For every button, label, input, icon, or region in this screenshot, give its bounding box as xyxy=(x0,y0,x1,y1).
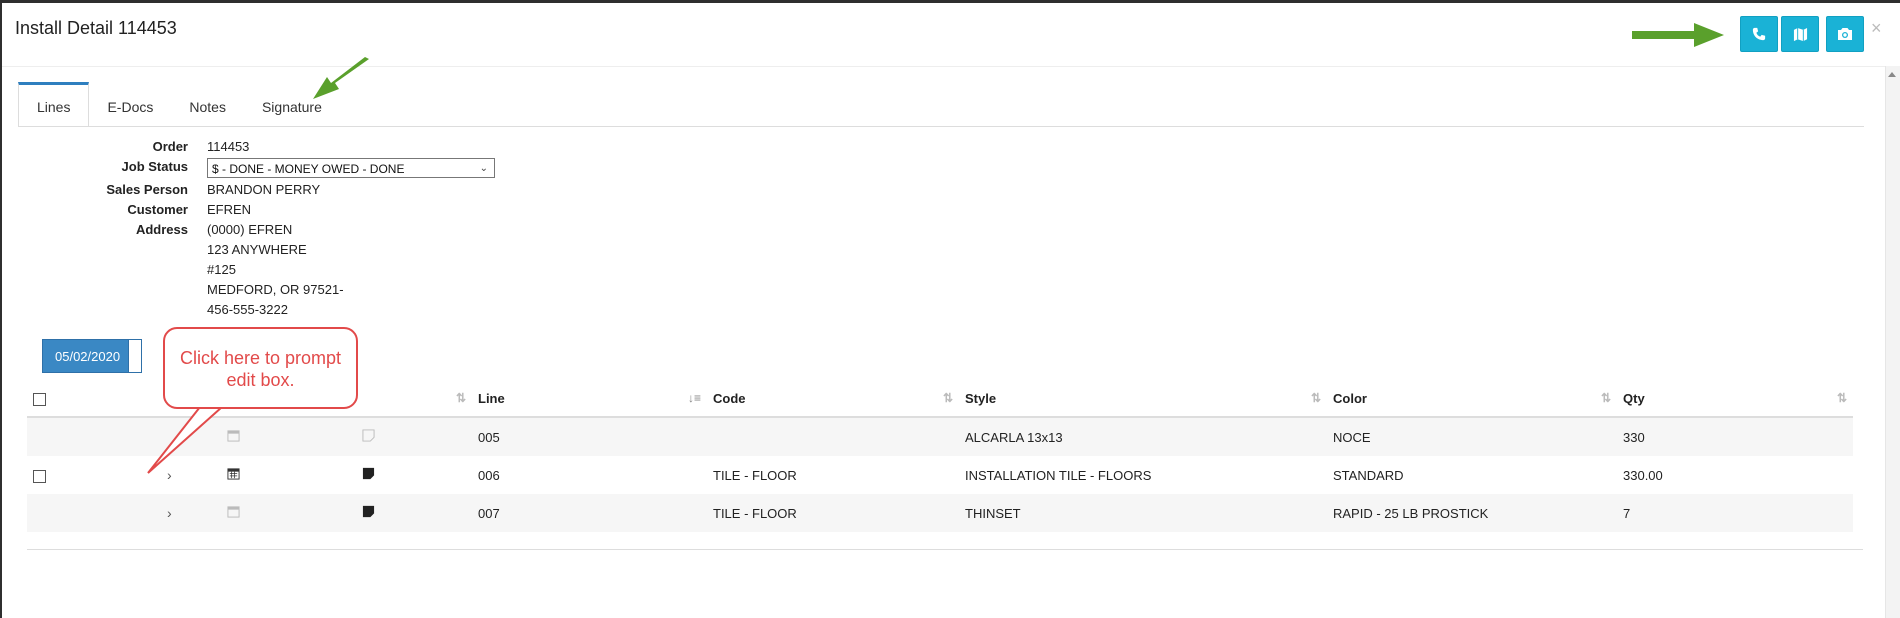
sales-person-label: Sales Person xyxy=(106,182,188,197)
map-icon xyxy=(1793,27,1807,41)
qty-cell: 7 xyxy=(1617,494,1853,532)
select-all-checkbox[interactable] xyxy=(33,392,46,406)
job-status-label: Job Status xyxy=(121,159,188,174)
note-cell xyxy=(352,456,472,494)
sort-icon[interactable]: ⇅ xyxy=(1311,391,1321,405)
modal-title: Install Detail 114453 xyxy=(15,18,177,38)
table-bottom-divider xyxy=(27,549,1863,550)
sort-icon[interactable]: ⇅ xyxy=(1601,391,1611,405)
code-cell: TILE - FLOOR xyxy=(713,467,797,483)
row-checkbox[interactable] xyxy=(33,469,46,483)
customer-label: Customer xyxy=(127,202,188,217)
green-arrow-down-left-icon xyxy=(313,57,369,99)
col-header-qty[interactable]: Qty ⇅ xyxy=(1617,380,1853,418)
sort-icon[interactable]: ⇅ xyxy=(1837,391,1847,405)
green-arrow-right-icon xyxy=(1632,23,1724,47)
chevron-down-icon: ⌄ xyxy=(479,163,488,174)
sales-person-value: BRANDON PERRY xyxy=(207,182,321,197)
date-button-label: 05/02/2020 xyxy=(55,349,121,364)
line-cell: 005 xyxy=(472,417,707,456)
camera-icon xyxy=(1838,28,1852,40)
color-cell: NOCE xyxy=(1327,417,1617,456)
code-cell: TILE - FLOOR xyxy=(707,494,959,532)
note-icon[interactable] xyxy=(362,429,375,442)
qty-cell: 330.00 xyxy=(1623,467,1663,483)
tab-e-docs[interactable]: E-Docs xyxy=(89,82,171,126)
col-header-line[interactable]: Line ↓≡ xyxy=(472,380,707,418)
sort-icon[interactable]: ⇅ xyxy=(456,391,466,405)
calendar-icon[interactable] xyxy=(227,505,240,518)
job-status-value: $ - DONE - MONEY OWED - DONE xyxy=(212,162,405,176)
col-header-color[interactable]: Color ⇅ xyxy=(1327,380,1617,418)
scroll-up-icon[interactable] xyxy=(1888,72,1896,77)
order-value: 114453 xyxy=(207,139,250,154)
note-icon[interactable] xyxy=(362,467,375,480)
select-all-cell xyxy=(27,380,137,418)
customer-value: EFREN xyxy=(207,202,252,217)
job-status-select[interactable]: $ - DONE - MONEY OWED - DONE ⌄ xyxy=(207,158,495,178)
note-cell xyxy=(352,494,472,532)
phone-button[interactable] xyxy=(1740,16,1778,52)
schedule-cell xyxy=(217,456,352,494)
address-phone: 456-555-3222 xyxy=(207,302,288,317)
camera-button[interactable] xyxy=(1826,16,1864,52)
tab-bar: Lines E-Docs Notes Signature xyxy=(18,82,340,126)
table-row[interactable]: 005 ALCARLA 13x13 NOCE 330 xyxy=(27,417,1853,456)
close-icon[interactable]: × xyxy=(1871,18,1882,39)
line-cell: 007 xyxy=(472,494,707,532)
order-label: Order xyxy=(152,139,188,154)
color-cell: RAPID - 25 LB PROSTICK xyxy=(1327,494,1617,532)
schedule-cell xyxy=(217,494,352,532)
color-cell: STANDARD xyxy=(1333,467,1404,483)
col-header-style[interactable]: Style ⇅ xyxy=(959,380,1327,418)
code-cell xyxy=(707,417,959,456)
tab-lines[interactable]: Lines xyxy=(18,82,90,126)
style-cell: ALCARLA 13x13 xyxy=(959,417,1327,456)
sort-asc-icon[interactable]: ↓≡ xyxy=(688,391,701,405)
expand-cell: › xyxy=(137,494,217,532)
header-divider xyxy=(2,66,1900,67)
style-cell: INSTALLATION TILE - FLOORS xyxy=(965,467,1152,483)
qty-cell: 330 xyxy=(1617,417,1853,456)
map-button[interactable] xyxy=(1781,16,1819,52)
tab-notes[interactable]: Notes xyxy=(171,82,244,126)
address-line-4: MEDFORD, OR 97521- xyxy=(207,282,344,297)
col-header-code[interactable]: Code ⇅ xyxy=(707,380,959,418)
schedule-cell xyxy=(217,417,352,456)
note-icon[interactable] xyxy=(362,505,375,518)
date-button-toggle[interactable] xyxy=(128,340,141,372)
chevron-right-icon[interactable]: › xyxy=(167,505,172,521)
annotation-callout: Click here to prompt edit box. xyxy=(163,327,358,409)
date-button[interactable]: 05/02/2020 xyxy=(42,339,142,373)
col-header-notes[interactable]: ⇅ xyxy=(352,380,472,418)
row-select-cell xyxy=(27,456,137,494)
address-label: Address xyxy=(135,222,188,237)
table-row[interactable]: › 007 TILE - FLOOR THINSET RAPID - 25 LB… xyxy=(27,494,1853,532)
address-line-1: (0000) EFREN xyxy=(207,222,293,237)
tabs-divider xyxy=(18,126,1864,127)
sort-icon[interactable]: ⇅ xyxy=(943,391,953,405)
address-line-2: 123 ANYWHERE xyxy=(207,242,307,257)
style-cell: THINSET xyxy=(959,494,1327,532)
address-line-3: #125 xyxy=(207,262,236,277)
callout-pointer xyxy=(147,406,223,474)
note-cell xyxy=(352,417,472,456)
table-row[interactable]: › 006 TILE - FLOOR INSTALLATION TILE - F… xyxy=(27,456,1853,494)
line-cell: 006 xyxy=(478,467,500,483)
phone-icon xyxy=(1752,27,1766,41)
scrollbar[interactable] xyxy=(1885,66,1900,618)
